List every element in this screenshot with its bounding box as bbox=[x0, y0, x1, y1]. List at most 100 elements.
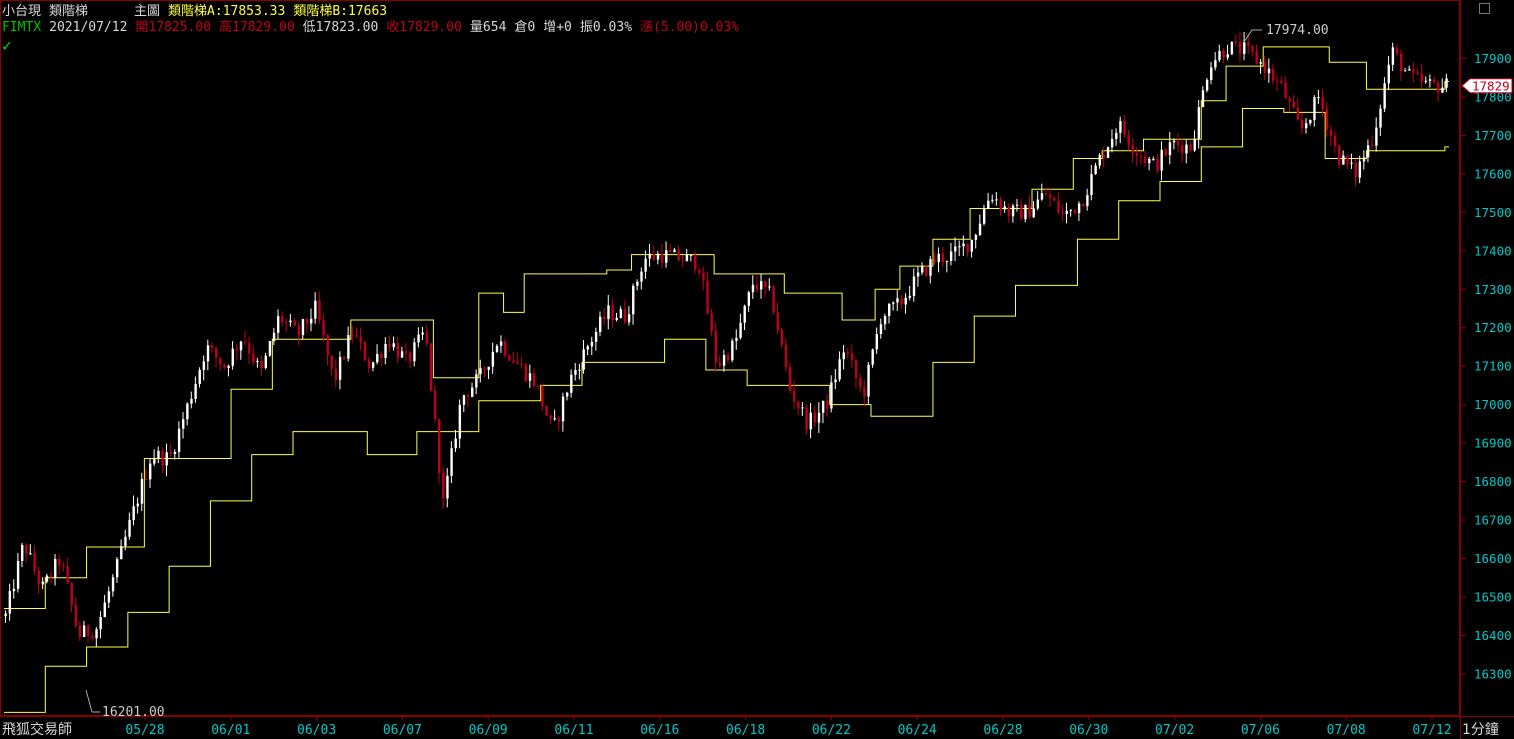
candle-body bbox=[945, 260, 949, 262]
y-tick-label: 17900 bbox=[1474, 51, 1512, 66]
x-tick-label: 06/22 bbox=[812, 723, 851, 738]
candle-body bbox=[384, 343, 387, 358]
candle-body bbox=[483, 368, 486, 370]
x-tick-label: 06/11 bbox=[554, 723, 593, 738]
candle-body bbox=[764, 281, 767, 288]
candle-body bbox=[1189, 144, 1192, 151]
candle-body bbox=[1313, 97, 1316, 120]
candle-body bbox=[1321, 97, 1324, 110]
candle-body bbox=[103, 602, 106, 618]
candle-body bbox=[966, 243, 969, 252]
x-tick-label: 06/03 bbox=[297, 723, 336, 738]
candle-body bbox=[74, 604, 78, 626]
candle-body bbox=[1243, 42, 1246, 54]
candle-body bbox=[1276, 80, 1279, 82]
y-tick-label: 17400 bbox=[1474, 243, 1512, 258]
candle-body bbox=[487, 366, 490, 370]
candle-body bbox=[512, 360, 515, 363]
candle-body bbox=[867, 364, 870, 397]
candle-body bbox=[355, 335, 358, 337]
candle-body bbox=[338, 357, 342, 380]
candle-body bbox=[49, 575, 53, 578]
candle-body bbox=[1177, 140, 1180, 146]
candle-body bbox=[243, 341, 247, 343]
candle-body bbox=[1267, 68, 1271, 74]
candle-body bbox=[929, 259, 932, 276]
candle-body bbox=[495, 345, 499, 352]
candle-body bbox=[772, 286, 775, 313]
candle-body bbox=[1375, 127, 1378, 146]
candle-body bbox=[438, 419, 441, 474]
candle-body bbox=[611, 305, 614, 320]
candle-body bbox=[1148, 158, 1151, 164]
candle-body bbox=[219, 357, 222, 365]
price-chart[interactable]: 16300 16400 16500 16600 16700 16800 16900 17000… bbox=[0, 0, 1514, 739]
candle-body bbox=[499, 341, 503, 346]
low-price: 低17823.00 bbox=[302, 20, 379, 35]
candle-body bbox=[623, 309, 627, 323]
candle-body bbox=[797, 401, 800, 409]
close-icon[interactable] bbox=[1479, 3, 1490, 14]
candle-body bbox=[1222, 51, 1225, 58]
high-price: 高17829.00 bbox=[219, 20, 295, 35]
candle-body bbox=[458, 404, 462, 439]
candle-body bbox=[656, 253, 660, 260]
candle-body bbox=[471, 387, 474, 397]
candle-body bbox=[632, 285, 635, 315]
candle-body bbox=[830, 382, 833, 409]
y-tick-label: 17700 bbox=[1474, 128, 1512, 143]
candle-body bbox=[446, 475, 449, 499]
candle-body bbox=[1309, 119, 1312, 124]
candle-body bbox=[916, 272, 920, 277]
candle-body bbox=[1259, 62, 1262, 64]
candle-body bbox=[644, 258, 647, 272]
candle-body bbox=[673, 249, 676, 253]
candle-body bbox=[1399, 53, 1403, 72]
candle-body bbox=[392, 343, 395, 348]
candle-body bbox=[215, 347, 218, 358]
candle-body bbox=[91, 635, 94, 639]
candle-body bbox=[793, 390, 796, 402]
candle-body bbox=[1428, 79, 1432, 81]
candle-body bbox=[194, 383, 197, 399]
candle-body bbox=[615, 317, 618, 320]
candle-body bbox=[788, 366, 792, 391]
y-tick-label: 17200 bbox=[1474, 320, 1512, 335]
candle-body bbox=[149, 463, 152, 480]
candle-body bbox=[87, 625, 90, 636]
candle-body bbox=[413, 342, 416, 362]
candle-body bbox=[1346, 155, 1349, 164]
y-tick-label: 16600 bbox=[1474, 551, 1512, 566]
candle-body bbox=[710, 313, 713, 332]
candle-body bbox=[883, 316, 887, 325]
candle-body bbox=[264, 355, 267, 368]
candle-body bbox=[1044, 193, 1048, 195]
candle-body bbox=[908, 295, 912, 298]
candle-body bbox=[1271, 68, 1275, 81]
candle-body bbox=[599, 316, 602, 333]
candle-body bbox=[376, 353, 379, 363]
candle-body bbox=[1073, 209, 1077, 214]
candle-body bbox=[821, 400, 825, 413]
candle-body bbox=[334, 368, 338, 380]
candle-body bbox=[388, 343, 391, 348]
period-button[interactable]: 1分鐘 bbox=[1462, 719, 1499, 739]
candle-body bbox=[702, 272, 705, 281]
candle-body bbox=[301, 319, 305, 336]
candle-body bbox=[45, 575, 49, 582]
candle-body bbox=[549, 415, 552, 419]
candle-body bbox=[561, 396, 565, 422]
candle-body bbox=[1424, 80, 1428, 82]
candle-body bbox=[1065, 210, 1068, 214]
candle-body bbox=[1201, 90, 1205, 108]
candle-body bbox=[1230, 41, 1234, 55]
candle-body bbox=[1011, 205, 1015, 217]
candle-body bbox=[578, 369, 581, 371]
candle-body bbox=[227, 365, 230, 369]
check-icon[interactable]: ✓ bbox=[2, 36, 12, 55]
x-tick-label: 06/01 bbox=[211, 723, 250, 738]
candle-body bbox=[537, 385, 540, 387]
candle-body bbox=[570, 374, 573, 393]
candle-body bbox=[1226, 54, 1229, 58]
candle-body bbox=[454, 438, 457, 449]
